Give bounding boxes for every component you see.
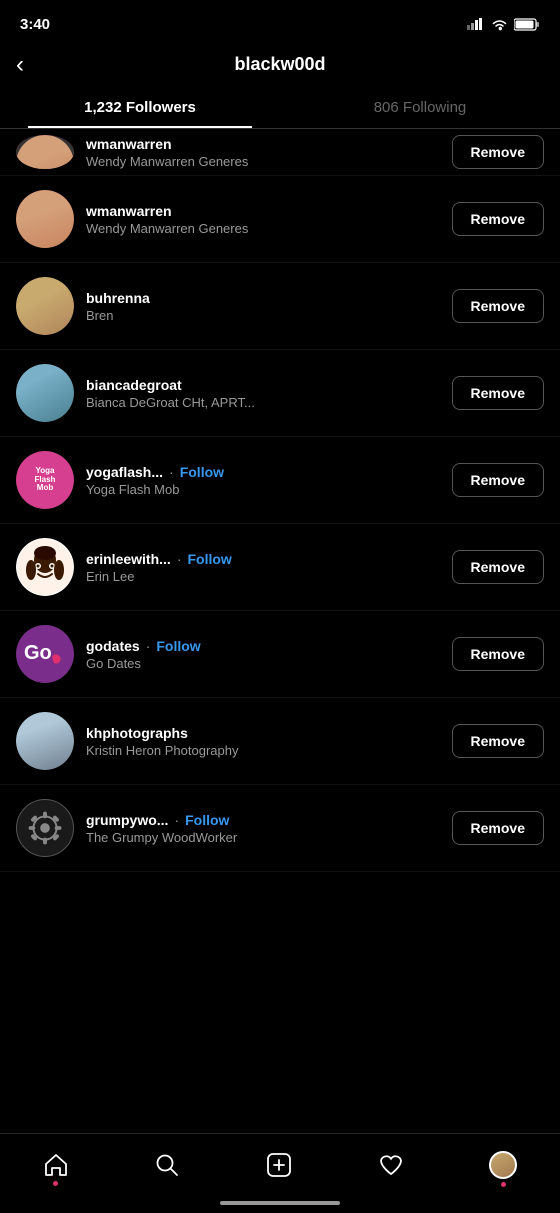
display-name: Wendy Manwarren Generes xyxy=(86,221,442,236)
display-name: Yoga Flash Mob xyxy=(86,482,442,497)
display-name: Go Dates xyxy=(86,656,442,671)
list-item: erinleewith... · Follow Erin Lee Remove xyxy=(0,524,560,611)
tab-following[interactable]: 806 Following xyxy=(280,85,560,128)
remove-button[interactable]: Remove xyxy=(452,637,544,671)
nav-home[interactable] xyxy=(43,1152,69,1178)
nav-search[interactable] xyxy=(154,1152,180,1178)
list-item: Go godates · Follow Go Dates Remove xyxy=(0,611,560,698)
avatar xyxy=(16,364,74,422)
username: grumpywo... xyxy=(86,812,168,828)
dot-separator: · xyxy=(174,812,179,828)
wifi-icon xyxy=(491,18,508,31)
go-logo: Go xyxy=(16,625,74,683)
user-info: wmanwarren Wendy Manwarren Generes xyxy=(86,203,442,236)
display-name: Bren xyxy=(86,308,442,323)
home-icon xyxy=(43,1152,69,1178)
battery-icon xyxy=(514,18,540,31)
avatar xyxy=(16,135,74,169)
list-item: grumpywo... · Follow The Grumpy WoodWork… xyxy=(0,785,560,872)
avatar xyxy=(16,712,74,770)
user-info: wmanwarren Wendy Manwarren Generes xyxy=(86,136,442,169)
nav-heart[interactable] xyxy=(378,1152,404,1178)
remove-button[interactable]: Remove xyxy=(452,550,544,584)
user-info: biancadegroat Bianca DeGroat CHt, APRT..… xyxy=(86,377,442,410)
dot-separator: · xyxy=(146,638,151,654)
page-title: blackw00d xyxy=(234,54,325,75)
list-item: buhrenna Bren Remove xyxy=(0,263,560,350)
username: erinleewith... xyxy=(86,551,171,567)
follow-link[interactable]: Follow xyxy=(187,551,231,567)
signal-icon xyxy=(467,18,485,30)
avatar xyxy=(16,799,74,857)
user-info: godates · Follow Go Dates xyxy=(86,638,442,671)
username: wmanwarren xyxy=(86,203,172,219)
display-name: Kristin Heron Photography xyxy=(86,743,442,758)
followers-list: wmanwarren Wendy Manwarren Generes Remov… xyxy=(0,129,560,872)
dot-separator: · xyxy=(177,551,182,567)
status-bar: 3:40 xyxy=(0,0,560,44)
username: biancadegroat xyxy=(86,377,182,393)
follow-link[interactable]: Follow xyxy=(185,812,229,828)
username: wmanwarren xyxy=(86,136,172,152)
remove-button[interactable]: Remove xyxy=(452,202,544,236)
list-item: YogaFlashMob yogaflash... · Follow Yoga … xyxy=(0,437,560,524)
avatar: YogaFlashMob xyxy=(16,451,74,509)
profile-nav-dot xyxy=(501,1182,506,1187)
user-info: yogaflash... · Follow Yoga Flash Mob xyxy=(86,464,442,497)
nav-add[interactable] xyxy=(266,1152,292,1178)
remove-button[interactable]: Remove xyxy=(452,724,544,758)
list-item: wmanwarren Wendy Manwarren Generes Remov… xyxy=(0,176,560,263)
list-item: wmanwarren Wendy Manwarren Generes Remov… xyxy=(0,129,560,176)
username: khphotographs xyxy=(86,725,188,741)
username: yogaflash... xyxy=(86,464,163,480)
remove-button[interactable]: Remove xyxy=(452,289,544,323)
search-icon xyxy=(154,1152,180,1178)
status-time: 3:40 xyxy=(20,16,50,33)
avatar xyxy=(16,190,74,248)
add-icon xyxy=(266,1152,292,1178)
dot-separator: · xyxy=(169,464,174,480)
tabs-container: 1,232 Followers 806 Following xyxy=(0,85,560,129)
display-name: Wendy Manwarren Generes xyxy=(86,154,442,169)
follow-link[interactable]: Follow xyxy=(156,638,200,654)
display-name: Erin Lee xyxy=(86,569,442,584)
nav-profile[interactable] xyxy=(489,1151,517,1179)
avatar: Go xyxy=(16,625,74,683)
username: buhrenna xyxy=(86,290,150,306)
home-nav-dot xyxy=(53,1181,58,1186)
list-item: biancadegroat Bianca DeGroat CHt, APRT..… xyxy=(0,350,560,437)
home-indicator xyxy=(220,1201,340,1205)
gear-logo xyxy=(17,799,73,857)
remove-button[interactable]: Remove xyxy=(452,811,544,845)
remove-button[interactable]: Remove xyxy=(452,376,544,410)
profile-avatar xyxy=(489,1151,517,1179)
username: godates xyxy=(86,638,140,654)
user-info: erinleewith... · Follow Erin Lee xyxy=(86,551,442,584)
status-icons xyxy=(467,18,540,31)
avatar xyxy=(16,277,74,335)
user-info: grumpywo... · Follow The Grumpy WoodWork… xyxy=(86,812,442,845)
display-name: The Grumpy WoodWorker xyxy=(86,830,442,845)
svg-text:Go: Go xyxy=(24,642,52,664)
follow-link[interactable]: Follow xyxy=(180,464,224,480)
display-name: Bianca DeGroat CHt, APRT... xyxy=(86,395,442,410)
user-info: buhrenna Bren xyxy=(86,290,442,323)
avatar xyxy=(16,538,74,596)
user-info: khphotographs Kristin Heron Photography xyxy=(86,725,442,758)
toon-avatar xyxy=(16,538,74,596)
back-button[interactable]: ‹ xyxy=(16,51,24,79)
tab-followers[interactable]: 1,232 Followers xyxy=(0,85,280,128)
list-item: khphotographs Kristin Heron Photography … xyxy=(0,698,560,785)
heart-icon xyxy=(378,1152,404,1178)
header: ‹ blackw00d xyxy=(0,44,560,85)
remove-button[interactable]: Remove xyxy=(452,135,544,169)
remove-button[interactable]: Remove xyxy=(452,463,544,497)
